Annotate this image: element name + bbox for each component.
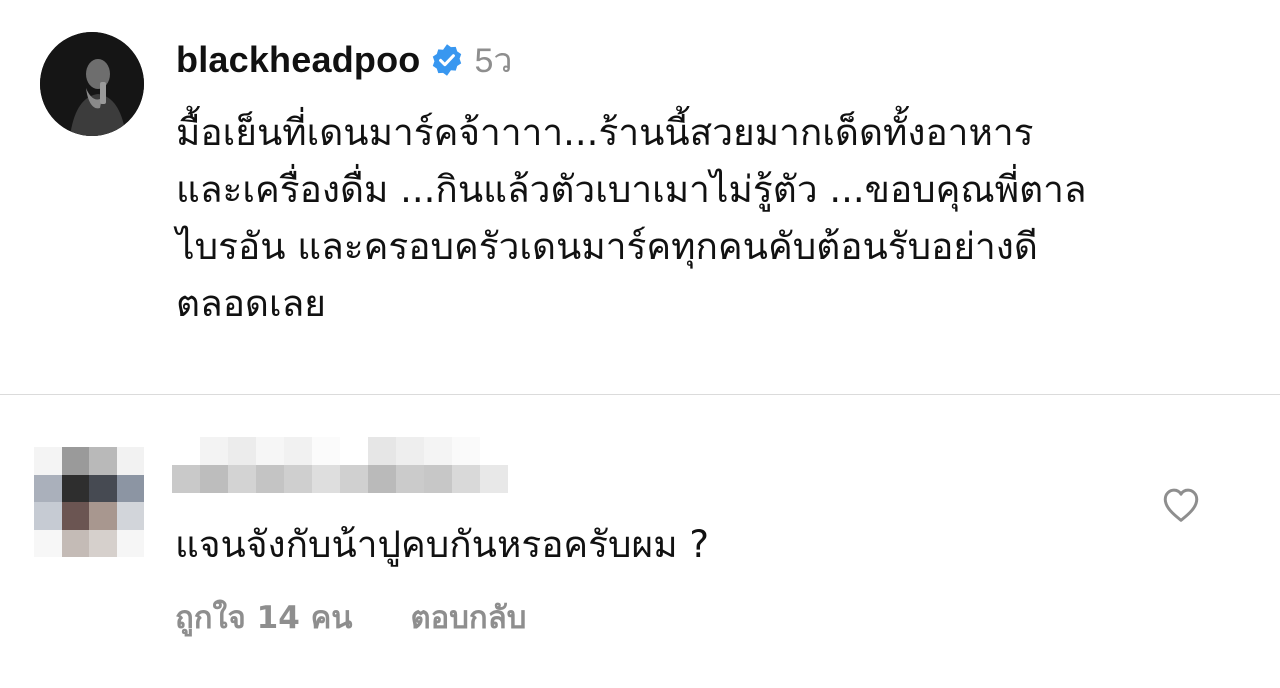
post-time-ago: 5ว [474,42,513,80]
pixel [368,437,396,465]
avatar-photo [40,32,144,136]
comment-text: แจนจังกับน้าปูคบกันหรอครับผม ? [175,523,710,566]
post-caption: มื้อเย็นที่เดนมาร์คจ้าาาา...ร้านนี้สวยมา… [176,111,1087,325]
pixel [424,465,452,493]
pixel [340,437,368,465]
pixel [89,529,117,557]
section-divider [0,394,1280,395]
comment-username-pixelated[interactable] [172,437,508,493]
pixel [424,437,452,465]
pixel [452,437,480,465]
pixel [89,447,117,475]
reply-button[interactable]: ตอบกลับ [411,594,527,642]
pixel [116,529,144,557]
pixel [256,465,284,493]
pixel [61,447,89,475]
pixel [340,465,368,493]
comment-meta-row: ถูกใจ 14 คน ตอบกลับ [175,594,526,642]
pixel [312,465,340,493]
pixel [172,465,200,493]
pixel [172,437,200,465]
pixel [116,502,144,530]
pixel [116,447,144,475]
pixel [368,465,396,493]
comment-likes-count[interactable]: ถูกใจ 14 คน [175,594,353,642]
pixel [89,474,117,502]
pixel [61,502,89,530]
pixel [480,437,508,465]
pixel [61,474,89,502]
pixel [228,465,256,493]
pixel [312,437,340,465]
pixel [256,437,284,465]
pixel [116,474,144,502]
post-username[interactable]: blackheadpoo [176,39,420,81]
pixel [396,437,424,465]
pixel [200,465,228,493]
pixel [480,465,508,493]
pixel [34,474,62,502]
pixel [89,502,117,530]
comment-author-avatar-pixelated[interactable] [34,447,144,557]
pixel [284,465,312,493]
pixel [200,437,228,465]
post-author-avatar[interactable] [40,32,144,136]
pixel [396,465,424,493]
pixel [34,529,62,557]
pixel [61,529,89,557]
heart-icon[interactable] [1160,484,1202,526]
post-header-row: blackheadpoo 5ว [176,36,512,84]
pixel [34,502,62,530]
pixel [452,465,480,493]
post-header-section: blackheadpoo 5ว มื้อเย็นที่เดนมาร์คจ้าาา… [0,0,1280,394]
pixel [284,437,312,465]
verified-badge-icon [430,43,464,77]
pixel [228,437,256,465]
pixel [34,447,62,475]
